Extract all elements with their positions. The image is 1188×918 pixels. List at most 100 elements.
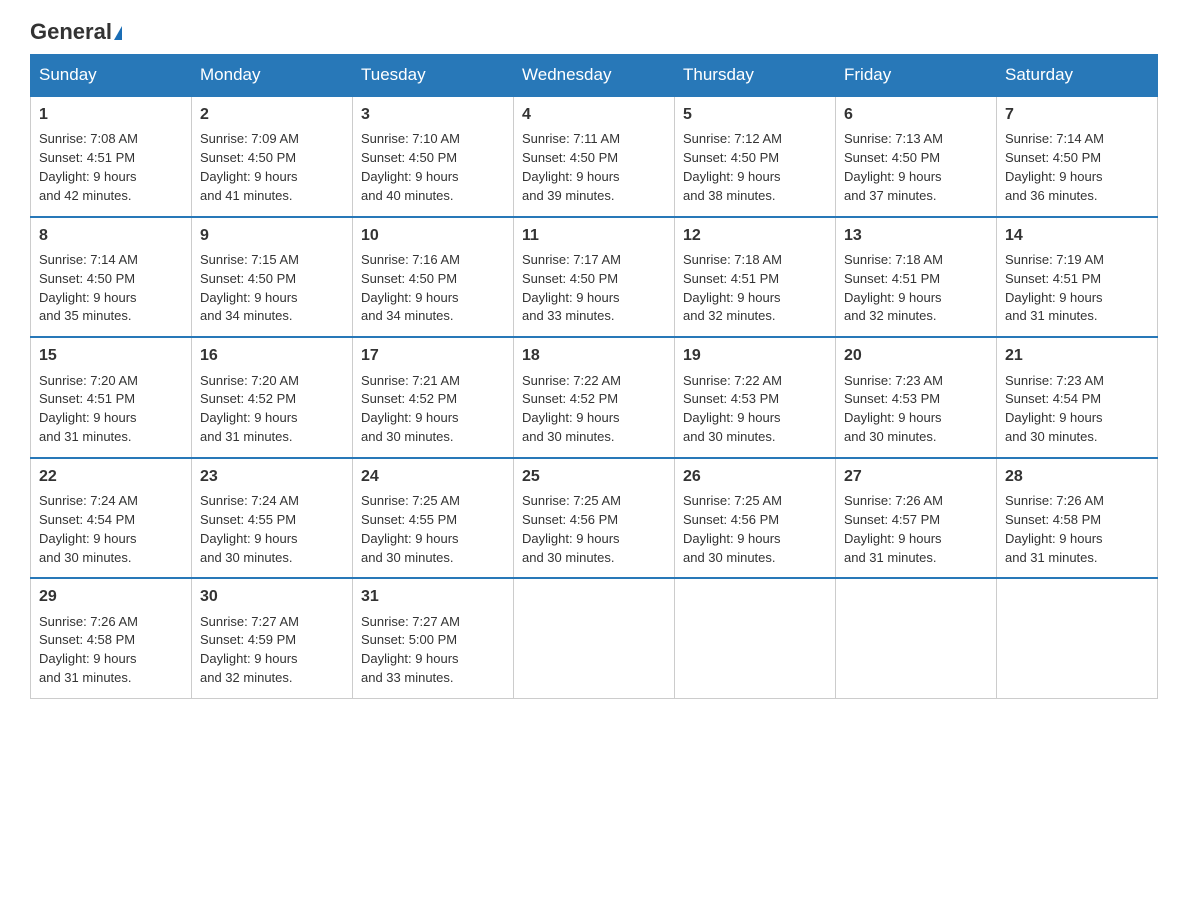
day-number: 3 [361,103,505,126]
calendar-day-cell: 31 Sunrise: 7:27 AM Sunset: 5:00 PM Dayl… [353,578,514,698]
logo-text: General [30,20,122,44]
calendar-day-cell: 12 Sunrise: 7:18 AM Sunset: 4:51 PM Dayl… [675,217,836,338]
day-info: Sunrise: 7:18 AM Sunset: 4:51 PM Dayligh… [844,251,988,326]
day-number: 26 [683,465,827,488]
day-info: Sunrise: 7:27 AM Sunset: 4:59 PM Dayligh… [200,613,344,688]
calendar-day-cell: 29 Sunrise: 7:26 AM Sunset: 4:58 PM Dayl… [31,578,192,698]
calendar-day-cell: 15 Sunrise: 7:20 AM Sunset: 4:51 PM Dayl… [31,337,192,458]
calendar-day-cell: 20 Sunrise: 7:23 AM Sunset: 4:53 PM Dayl… [836,337,997,458]
calendar-table: SundayMondayTuesdayWednesdayThursdayFrid… [30,54,1158,699]
day-number: 19 [683,344,827,367]
day-number: 8 [39,224,183,247]
calendar-day-cell: 17 Sunrise: 7:21 AM Sunset: 4:52 PM Dayl… [353,337,514,458]
day-info: Sunrise: 7:27 AM Sunset: 5:00 PM Dayligh… [361,613,505,688]
day-info: Sunrise: 7:23 AM Sunset: 4:54 PM Dayligh… [1005,372,1149,447]
calendar-day-cell [675,578,836,698]
calendar-day-cell: 7 Sunrise: 7:14 AM Sunset: 4:50 PM Dayli… [997,96,1158,217]
day-info: Sunrise: 7:18 AM Sunset: 4:51 PM Dayligh… [683,251,827,326]
day-number: 6 [844,103,988,126]
day-info: Sunrise: 7:16 AM Sunset: 4:50 PM Dayligh… [361,251,505,326]
calendar-day-cell: 13 Sunrise: 7:18 AM Sunset: 4:51 PM Dayl… [836,217,997,338]
day-number: 27 [844,465,988,488]
calendar-week-row: 1 Sunrise: 7:08 AM Sunset: 4:51 PM Dayli… [31,96,1158,217]
day-number: 11 [522,224,666,247]
calendar-day-cell: 26 Sunrise: 7:25 AM Sunset: 4:56 PM Dayl… [675,458,836,579]
calendar-day-cell: 10 Sunrise: 7:16 AM Sunset: 4:50 PM Dayl… [353,217,514,338]
day-number: 21 [1005,344,1149,367]
day-number: 24 [361,465,505,488]
calendar-day-cell: 11 Sunrise: 7:17 AM Sunset: 4:50 PM Dayl… [514,217,675,338]
day-info: Sunrise: 7:23 AM Sunset: 4:53 PM Dayligh… [844,372,988,447]
day-info: Sunrise: 7:08 AM Sunset: 4:51 PM Dayligh… [39,130,183,205]
day-number: 30 [200,585,344,608]
day-number: 1 [39,103,183,126]
day-number: 15 [39,344,183,367]
day-info: Sunrise: 7:21 AM Sunset: 4:52 PM Dayligh… [361,372,505,447]
calendar-day-cell: 16 Sunrise: 7:20 AM Sunset: 4:52 PM Dayl… [192,337,353,458]
weekday-header: Monday [192,55,353,97]
day-info: Sunrise: 7:11 AM Sunset: 4:50 PM Dayligh… [522,130,666,205]
day-info: Sunrise: 7:14 AM Sunset: 4:50 PM Dayligh… [39,251,183,326]
logo: General [30,20,122,44]
day-number: 5 [683,103,827,126]
day-number: 12 [683,224,827,247]
calendar-day-cell [836,578,997,698]
day-number: 16 [200,344,344,367]
day-number: 20 [844,344,988,367]
calendar-day-cell: 3 Sunrise: 7:10 AM Sunset: 4:50 PM Dayli… [353,96,514,217]
day-number: 4 [522,103,666,126]
day-number: 9 [200,224,344,247]
day-info: Sunrise: 7:14 AM Sunset: 4:50 PM Dayligh… [1005,130,1149,205]
day-number: 22 [39,465,183,488]
day-info: Sunrise: 7:12 AM Sunset: 4:50 PM Dayligh… [683,130,827,205]
calendar-day-cell: 2 Sunrise: 7:09 AM Sunset: 4:50 PM Dayli… [192,96,353,217]
calendar-day-cell: 14 Sunrise: 7:19 AM Sunset: 4:51 PM Dayl… [997,217,1158,338]
calendar-day-cell: 22 Sunrise: 7:24 AM Sunset: 4:54 PM Dayl… [31,458,192,579]
weekday-header: Thursday [675,55,836,97]
day-info: Sunrise: 7:10 AM Sunset: 4:50 PM Dayligh… [361,130,505,205]
calendar-day-cell: 8 Sunrise: 7:14 AM Sunset: 4:50 PM Dayli… [31,217,192,338]
calendar-week-row: 8 Sunrise: 7:14 AM Sunset: 4:50 PM Dayli… [31,217,1158,338]
calendar-day-cell: 6 Sunrise: 7:13 AM Sunset: 4:50 PM Dayli… [836,96,997,217]
day-number: 10 [361,224,505,247]
calendar-day-cell: 4 Sunrise: 7:11 AM Sunset: 4:50 PM Dayli… [514,96,675,217]
day-info: Sunrise: 7:15 AM Sunset: 4:50 PM Dayligh… [200,251,344,326]
calendar-day-cell: 18 Sunrise: 7:22 AM Sunset: 4:52 PM Dayl… [514,337,675,458]
calendar-day-cell: 24 Sunrise: 7:25 AM Sunset: 4:55 PM Dayl… [353,458,514,579]
calendar-week-row: 29 Sunrise: 7:26 AM Sunset: 4:58 PM Dayl… [31,578,1158,698]
day-number: 7 [1005,103,1149,126]
day-info: Sunrise: 7:13 AM Sunset: 4:50 PM Dayligh… [844,130,988,205]
day-info: Sunrise: 7:17 AM Sunset: 4:50 PM Dayligh… [522,251,666,326]
day-number: 17 [361,344,505,367]
day-info: Sunrise: 7:20 AM Sunset: 4:52 PM Dayligh… [200,372,344,447]
day-number: 13 [844,224,988,247]
calendar-day-cell: 19 Sunrise: 7:22 AM Sunset: 4:53 PM Dayl… [675,337,836,458]
weekday-header: Saturday [997,55,1158,97]
day-number: 18 [522,344,666,367]
calendar-week-row: 15 Sunrise: 7:20 AM Sunset: 4:51 PM Dayl… [31,337,1158,458]
weekday-header: Friday [836,55,997,97]
calendar-day-cell: 5 Sunrise: 7:12 AM Sunset: 4:50 PM Dayli… [675,96,836,217]
day-number: 29 [39,585,183,608]
day-info: Sunrise: 7:25 AM Sunset: 4:56 PM Dayligh… [683,492,827,567]
weekday-header-row: SundayMondayTuesdayWednesdayThursdayFrid… [31,55,1158,97]
weekday-header: Tuesday [353,55,514,97]
calendar-day-cell: 30 Sunrise: 7:27 AM Sunset: 4:59 PM Dayl… [192,578,353,698]
calendar-week-row: 22 Sunrise: 7:24 AM Sunset: 4:54 PM Dayl… [31,458,1158,579]
calendar-day-cell: 21 Sunrise: 7:23 AM Sunset: 4:54 PM Dayl… [997,337,1158,458]
day-info: Sunrise: 7:09 AM Sunset: 4:50 PM Dayligh… [200,130,344,205]
calendar-day-cell [997,578,1158,698]
weekday-header: Sunday [31,55,192,97]
day-info: Sunrise: 7:24 AM Sunset: 4:54 PM Dayligh… [39,492,183,567]
day-info: Sunrise: 7:25 AM Sunset: 4:56 PM Dayligh… [522,492,666,567]
day-number: 28 [1005,465,1149,488]
logo-triangle-icon [114,26,122,40]
day-info: Sunrise: 7:20 AM Sunset: 4:51 PM Dayligh… [39,372,183,447]
day-info: Sunrise: 7:25 AM Sunset: 4:55 PM Dayligh… [361,492,505,567]
calendar-day-cell: 1 Sunrise: 7:08 AM Sunset: 4:51 PM Dayli… [31,96,192,217]
day-info: Sunrise: 7:22 AM Sunset: 4:52 PM Dayligh… [522,372,666,447]
day-number: 25 [522,465,666,488]
day-info: Sunrise: 7:26 AM Sunset: 4:58 PM Dayligh… [1005,492,1149,567]
page-header: General [30,20,1158,44]
calendar-day-cell: 25 Sunrise: 7:25 AM Sunset: 4:56 PM Dayl… [514,458,675,579]
